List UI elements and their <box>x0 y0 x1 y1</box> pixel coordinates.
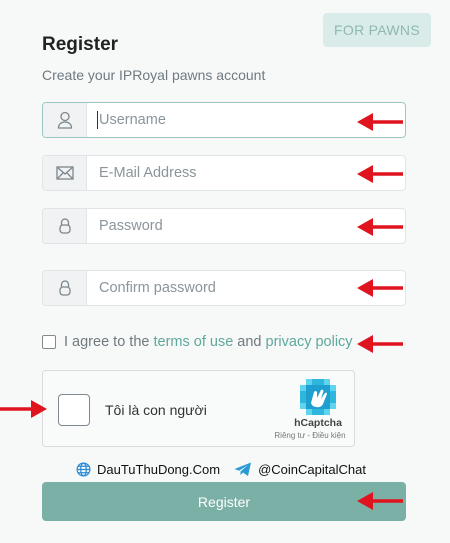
page-subtitle: Create your IPRoyal pawns account <box>42 67 266 83</box>
annotation-arrow-icon <box>357 113 403 131</box>
user-icon <box>43 103 87 137</box>
annotation-arrow-icon <box>357 218 403 236</box>
hcaptcha-legal-links[interactable]: Riêng tư - Điều kiện <box>269 431 351 440</box>
agree-and-text: and <box>237 334 262 350</box>
site-credit: DauTuThuDong.Com <box>97 461 221 477</box>
telegram-icon <box>234 462 252 477</box>
telegram-credit: @CoinCapitalChat <box>258 461 366 477</box>
confirm-password-field-group <box>42 270 406 306</box>
annotation-arrow-icon <box>357 492 403 510</box>
hcaptcha-widget: Tôi là con người hCaptcha Riêng tư - Điề… <box>42 370 355 447</box>
lock-icon <box>43 209 87 243</box>
globe-icon <box>76 462 91 477</box>
envelope-icon <box>43 156 87 190</box>
terms-of-use-link[interactable]: terms of use <box>153 334 233 350</box>
credits-line: DauTuThuDong.Com @CoinCapitalChat <box>76 459 366 479</box>
register-button[interactable]: Register <box>42 482 406 521</box>
email-field-group <box>42 155 406 191</box>
for-pawns-badge[interactable]: FOR PAWNS <box>323 13 431 47</box>
register-page: FOR PAWNS Register Create your IPRoyal p… <box>0 0 450 543</box>
annotation-arrow-icon <box>0 400 47 418</box>
hcaptcha-logo-icon <box>300 379 336 420</box>
annotation-arrow-icon <box>357 335 403 353</box>
captcha-label: Tôi là con người <box>105 402 207 418</box>
page-title: Register <box>42 34 119 55</box>
hcaptcha-brand: hCaptcha <box>294 417 342 429</box>
annotation-arrow-icon <box>357 279 403 297</box>
text-caret <box>97 111 98 129</box>
annotation-arrow-icon <box>357 165 403 183</box>
agree-prefix-text: I agree to the <box>64 334 150 350</box>
captcha-checkbox[interactable] <box>58 394 90 426</box>
lock-icon <box>43 271 87 305</box>
terms-agreement: I agree to the terms of use and privacy … <box>42 334 353 350</box>
terms-checkbox[interactable] <box>42 335 56 349</box>
password-field-group <box>42 208 406 244</box>
privacy-policy-link[interactable]: privacy policy <box>266 334 353 350</box>
